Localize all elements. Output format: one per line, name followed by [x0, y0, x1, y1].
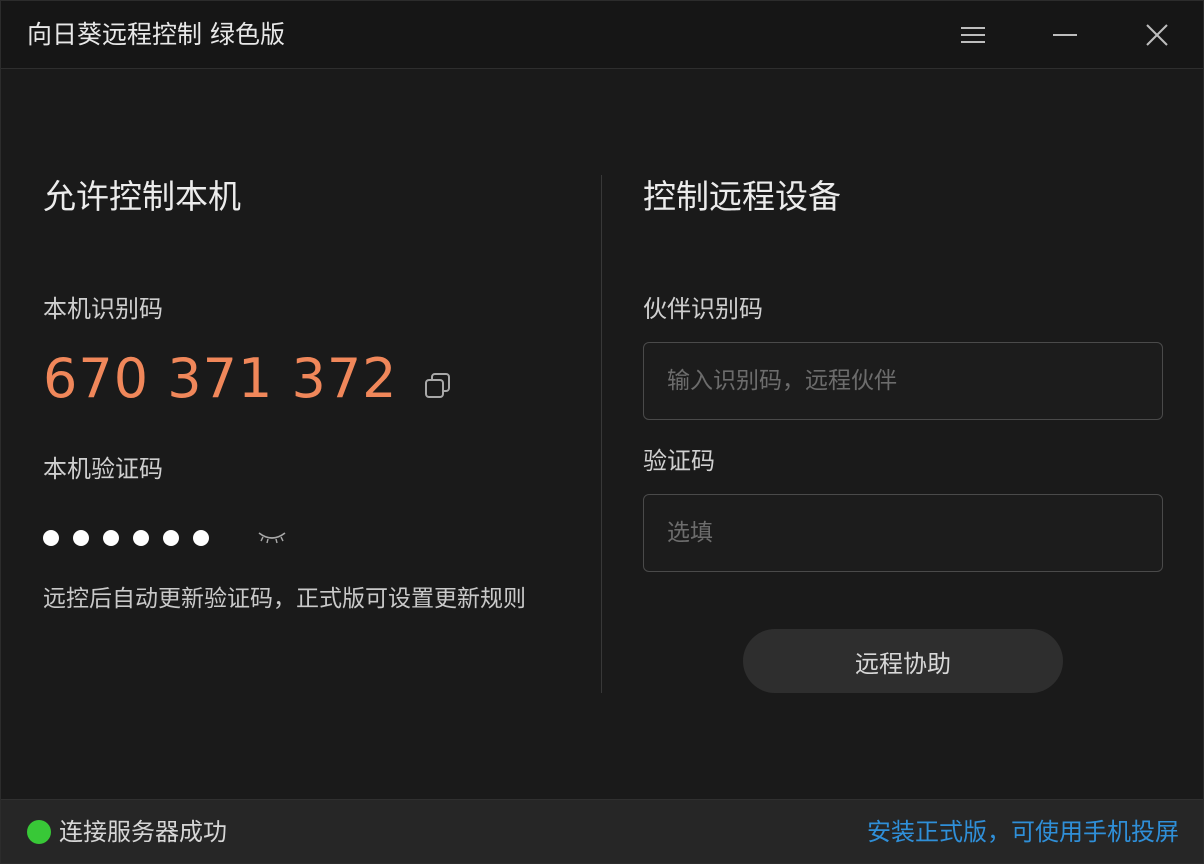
masked-code-dot [103, 530, 119, 546]
masked-code-dot [43, 530, 59, 546]
close-icon [1146, 24, 1168, 46]
partner-id-input[interactable] [643, 342, 1163, 420]
app-title: 向日葵远程控制 绿色版 [27, 20, 285, 49]
panel-divider [601, 175, 602, 693]
device-id-value: 670 371 372 [43, 347, 398, 410]
partner-id-label: 伙伴识别码 [643, 295, 763, 323]
app-window: 向日葵远程控制 绿色版 允许控制本机 本机识别码 670 371 372 本机验… [0, 0, 1204, 864]
minimize-button[interactable] [1043, 15, 1087, 55]
verification-code-label: 本机验证码 [43, 455, 163, 483]
masked-code-dot [193, 530, 209, 546]
menu-button[interactable] [951, 15, 995, 55]
status-bar: 连接服务器成功 安装正式版，可使用手机投屏 [1, 799, 1203, 863]
show-code-button[interactable] [255, 523, 289, 549]
verify-code-label: 验证码 [643, 447, 715, 475]
verify-code-input[interactable] [643, 494, 1163, 572]
device-id-label: 本机识别码 [43, 295, 163, 323]
eye-closed-icon [258, 532, 286, 544]
masked-verification-code [43, 525, 223, 551]
close-button[interactable] [1135, 15, 1179, 55]
connected-status-icon [27, 820, 51, 844]
connection-status-text: 连接服务器成功 [59, 818, 227, 846]
copy-icon [425, 373, 450, 398]
masked-code-dot [163, 530, 179, 546]
install-full-version-link[interactable]: 安装正式版，可使用手机投屏 [867, 816, 1179, 848]
remote-assist-button[interactable]: 远程协助 [743, 629, 1063, 693]
menu-icon [961, 27, 985, 43]
minimize-icon [1053, 34, 1077, 36]
copy-id-button[interactable] [421, 369, 455, 403]
code-update-hint: 远控后自动更新验证码，正式版可设置更新规则 [43, 586, 526, 612]
masked-code-dot [133, 530, 149, 546]
masked-code-dot [73, 530, 89, 546]
allow-control-title: 允许控制本机 [43, 177, 241, 216]
remote-control-title: 控制远程设备 [643, 177, 841, 216]
title-bar[interactable]: 向日葵远程控制 绿色版 [1, 1, 1203, 69]
